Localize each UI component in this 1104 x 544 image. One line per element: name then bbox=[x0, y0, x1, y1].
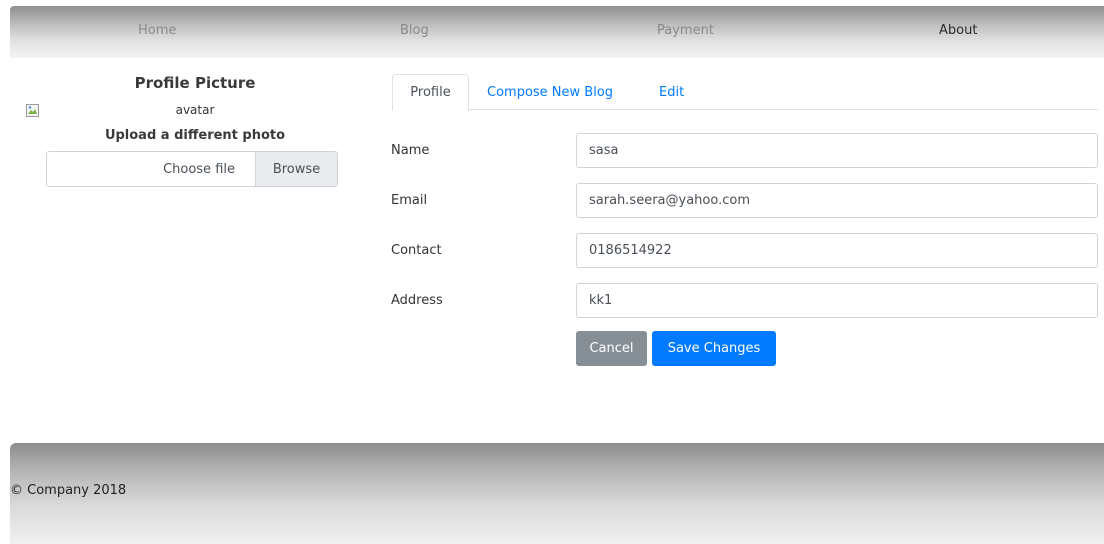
contact-field[interactable] bbox=[576, 233, 1098, 268]
top-navbar: Home Blog Payment About bbox=[10, 6, 1104, 58]
nav-payment-link[interactable]: Payment bbox=[657, 23, 714, 38]
file-upload-input[interactable]: Choose file Browse bbox=[46, 151, 338, 187]
address-label: Address bbox=[391, 293, 443, 308]
footer-copyright: © Company 2018 bbox=[10, 483, 127, 498]
profile-picture-section: Profile Picture avatar Upload a differen… bbox=[0, 70, 390, 210]
email-field[interactable] bbox=[576, 183, 1098, 218]
browse-button[interactable]: Browse bbox=[255, 152, 337, 186]
tab-compose-new-blog[interactable]: Compose New Blog bbox=[487, 74, 613, 110]
avatar-image: avatar bbox=[175, 103, 215, 117]
save-changes-button[interactable]: Save Changes bbox=[652, 331, 776, 366]
profile-tabs: Profile Compose New Blog Edit bbox=[392, 74, 1098, 111]
contact-label: Contact bbox=[391, 243, 442, 258]
name-field[interactable] bbox=[576, 133, 1098, 168]
nav-home-link[interactable]: Home bbox=[138, 23, 176, 38]
nav-blog-link[interactable]: Blog bbox=[400, 23, 429, 38]
cancel-button[interactable]: Cancel bbox=[576, 331, 647, 366]
name-label: Name bbox=[391, 143, 430, 158]
page-footer: © Company 2018 bbox=[10, 443, 1104, 544]
nav-about-link[interactable]: About bbox=[939, 23, 977, 38]
email-label: Email bbox=[391, 193, 428, 208]
file-placeholder: Choose file bbox=[163, 161, 235, 177]
tab-edit[interactable]: Edit bbox=[659, 74, 684, 110]
tab-profile[interactable]: Profile bbox=[392, 74, 469, 111]
profile-picture-title: Profile Picture bbox=[134, 74, 256, 92]
address-field[interactable] bbox=[576, 283, 1098, 318]
upload-photo-label: Upload a different photo bbox=[104, 128, 286, 143]
